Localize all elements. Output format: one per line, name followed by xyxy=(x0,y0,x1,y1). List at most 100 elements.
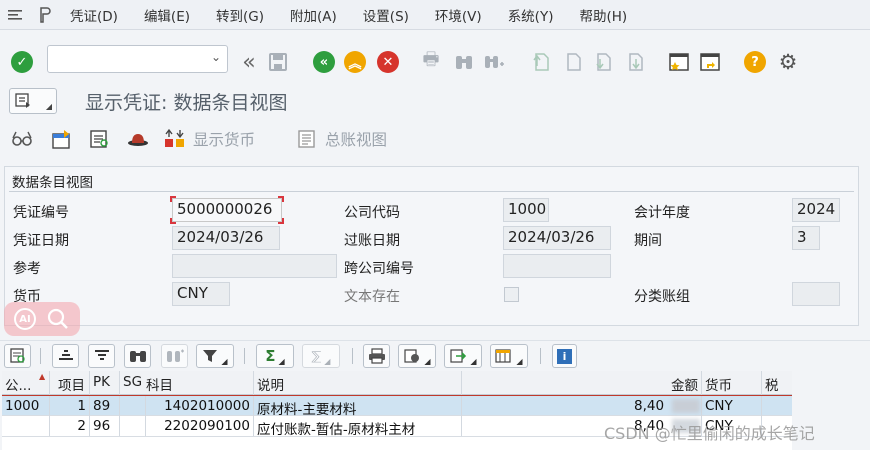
general-ledger-view-button[interactable]: 总账视图 xyxy=(295,126,387,152)
text-exists-checkbox[interactable] xyxy=(504,287,519,302)
double-left-icon[interactable]: « xyxy=(236,49,262,75)
screen-menu-button[interactable]: ◢ xyxy=(9,88,57,114)
back-icon[interactable]: « xyxy=(311,49,337,75)
find-next-icon[interactable] xyxy=(481,49,507,75)
sort-indicator-icon: ▲ xyxy=(39,372,46,381)
information-icon[interactable]: i xyxy=(552,344,577,368)
fiscal-year-label: 会计年度 xyxy=(634,205,690,221)
posting-date-field[interactable]: 2024/03/26 xyxy=(503,226,611,250)
find-icon[interactable] xyxy=(451,49,477,75)
command-input[interactable] xyxy=(52,47,207,71)
column-header-description[interactable]: 说明 xyxy=(254,371,462,395)
subtotal-icon: ⅀ xyxy=(311,349,322,363)
period-field[interactable]: 3 xyxy=(792,226,820,250)
last-page-icon[interactable] xyxy=(622,49,648,75)
menu-settings[interactable]: 设置(S) xyxy=(363,5,409,25)
total-button[interactable]: Σ ◢ xyxy=(256,344,294,368)
new-session-icon[interactable] xyxy=(666,49,692,75)
column-header-tax[interactable]: 税 xyxy=(762,371,792,395)
column-header-amount[interactable]: 金额 xyxy=(462,371,702,395)
table-row[interactable]: 1000 1 89 1402010000 原材料-主要材料 8,40 CNY xyxy=(2,395,792,416)
next-page-icon[interactable] xyxy=(590,49,616,75)
cross-company-label: 跨公司编号 xyxy=(344,261,414,277)
focus-corner xyxy=(278,196,284,202)
find-next-icon[interactable] xyxy=(161,344,188,368)
display-currency-label: 显示货币 xyxy=(193,131,256,149)
currency-field[interactable]: CNY xyxy=(172,282,230,306)
fiscal-year-field[interactable]: 2024 xyxy=(792,198,840,222)
sort-descending-icon[interactable] xyxy=(88,344,115,368)
doc-number-field[interactable]: 5000000026 xyxy=(172,198,282,222)
menu-goto[interactable]: 转到(G) xyxy=(216,5,264,25)
menu-environment[interactable]: 环境(V) xyxy=(435,5,482,25)
menu-toggle-icon[interactable] xyxy=(0,0,30,30)
sort-ascending-icon[interactable] xyxy=(52,344,79,368)
export-button[interactable]: ◢ xyxy=(444,344,482,368)
print-icon[interactable]: 🖶 xyxy=(418,49,444,75)
filter-button[interactable]: ◢ xyxy=(196,344,234,368)
overview-icon[interactable] xyxy=(88,126,112,152)
shortcut-icon[interactable] xyxy=(697,49,723,75)
details-icon[interactable] xyxy=(4,344,31,368)
application-toolbar: 显示货币 总账视图 xyxy=(0,122,870,156)
checkmark-icon[interactable]: ✓ xyxy=(9,49,35,75)
cell-sg xyxy=(120,396,146,416)
redacted-amount xyxy=(672,399,700,413)
separator xyxy=(540,348,541,364)
views-button[interactable]: ◢ xyxy=(398,344,436,368)
period-label: 期间 xyxy=(634,233,662,249)
menu-bar: 凭证(D) 编辑(E) 转到(G) 附加(A) 设置(S) 环境(V) 系统(Y… xyxy=(0,0,870,30)
group-divider xyxy=(9,191,854,192)
cell-sg xyxy=(120,416,146,436)
cancel-icon[interactable]: ✕ xyxy=(375,49,401,75)
first-page-icon[interactable] xyxy=(528,49,554,75)
column-header-sg[interactable]: SG xyxy=(120,371,146,395)
column-header-account[interactable]: 科目 xyxy=(146,371,254,395)
menu-system[interactable]: 系统(Y) xyxy=(508,5,554,25)
document-menu-icon xyxy=(15,93,30,108)
document-header-icon[interactable] xyxy=(50,126,74,152)
menu-extras[interactable]: 附加(A) xyxy=(290,5,337,25)
text-exists-label: 文本存在 xyxy=(344,289,400,305)
group-title: 数据条目视图 xyxy=(12,175,93,191)
grid-header: 公... ▲ 项目 PK SG 科目 说明 金额 货币 税 xyxy=(2,371,792,395)
menu-document[interactable]: 凭证(D) xyxy=(70,5,118,25)
subtotal-button[interactable]: ⅀ ◢ xyxy=(302,344,340,368)
cross-company-field[interactable] xyxy=(503,254,611,278)
ai-badge-label: AI xyxy=(14,308,36,330)
menu-help[interactable]: 帮助(H) xyxy=(579,5,627,25)
display-glasses-icon[interactable] xyxy=(10,126,36,152)
company-code-field[interactable]: 1000 xyxy=(503,198,549,222)
separator xyxy=(352,348,353,364)
find-icon[interactable] xyxy=(124,344,151,368)
ai-assistant-button[interactable]: AI xyxy=(4,302,80,336)
filter-icon xyxy=(203,350,218,362)
column-header-currency[interactable]: 货币 xyxy=(702,371,762,395)
print-icon[interactable] xyxy=(363,344,390,368)
cell-company xyxy=(2,416,50,436)
save-icon[interactable] xyxy=(265,49,291,75)
command-field[interactable]: ⌄ xyxy=(47,45,228,73)
column-header-item[interactable]: 项目 xyxy=(50,371,90,395)
reference-field[interactable] xyxy=(172,254,337,278)
previous-page-icon[interactable] xyxy=(560,49,586,75)
focus-corner xyxy=(170,218,176,224)
data-entry-view-group: 数据条目视图 凭证编号 5000000026 公司代码 1000 会计年度 20… xyxy=(4,166,859,326)
settings-icon[interactable]: ⚙ xyxy=(775,49,801,75)
display-currency-button[interactable]: 显示货币 xyxy=(163,126,255,152)
ledger-group-field[interactable] xyxy=(792,282,840,306)
column-header-pk[interactable]: PK xyxy=(90,371,120,395)
menu-edit[interactable]: 编辑(E) xyxy=(144,5,190,25)
ledger-group-label: 分类账组 xyxy=(634,289,690,305)
dropdown-triangle-icon: ◢ xyxy=(470,356,477,366)
exit-icon[interactable]: ︽ xyxy=(342,49,368,75)
dropdown-triangle-icon: ◢ xyxy=(424,356,431,366)
pin-icon[interactable] xyxy=(30,0,60,30)
currency-icon xyxy=(165,128,184,147)
help-icon[interactable]: ? xyxy=(742,49,768,75)
doc-date-field[interactable]: 2024/03/26 xyxy=(172,226,280,250)
chevron-down-icon[interactable]: ⌄ xyxy=(211,50,221,64)
layout-button[interactable]: ◢ xyxy=(490,344,528,368)
posting-date-label: 过账日期 xyxy=(344,233,400,249)
hat-icon[interactable] xyxy=(126,126,150,152)
